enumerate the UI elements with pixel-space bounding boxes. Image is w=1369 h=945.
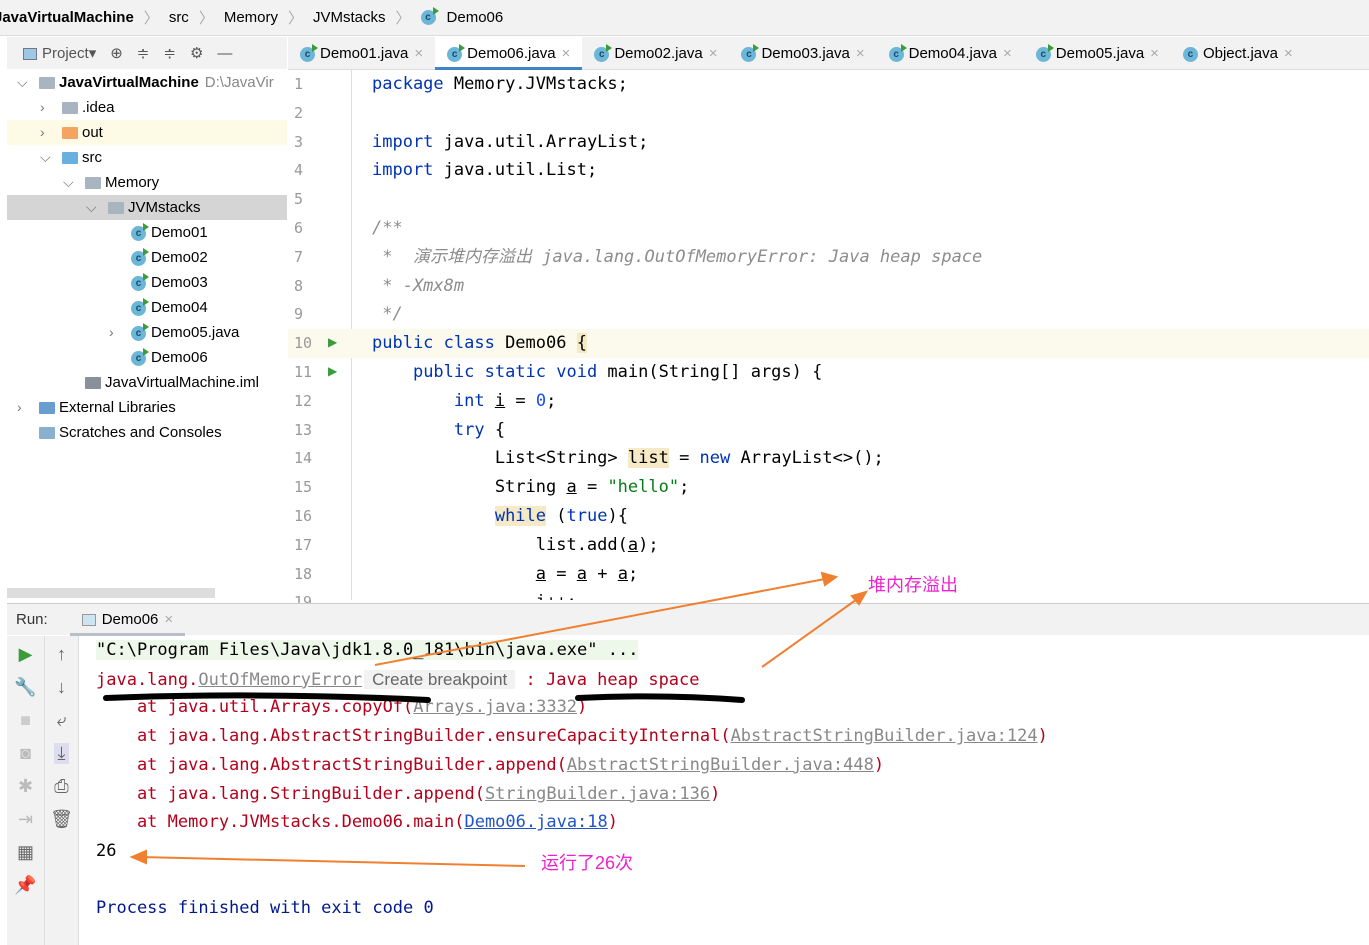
underline-mark (103, 692, 431, 703)
underline-mark (575, 693, 745, 703)
annotation-overlay (103, 571, 869, 867)
annotation-ran-times: 运行了26次 (541, 853, 634, 873)
arrowhead (129, 849, 147, 865)
annotation-arrow (374, 577, 831, 666)
annotation-arrow (761, 596, 861, 668)
annotation-heap-overflow: 堆内存溢出 (868, 575, 958, 595)
arrowhead (820, 571, 839, 587)
annotation-arrow (139, 856, 526, 867)
